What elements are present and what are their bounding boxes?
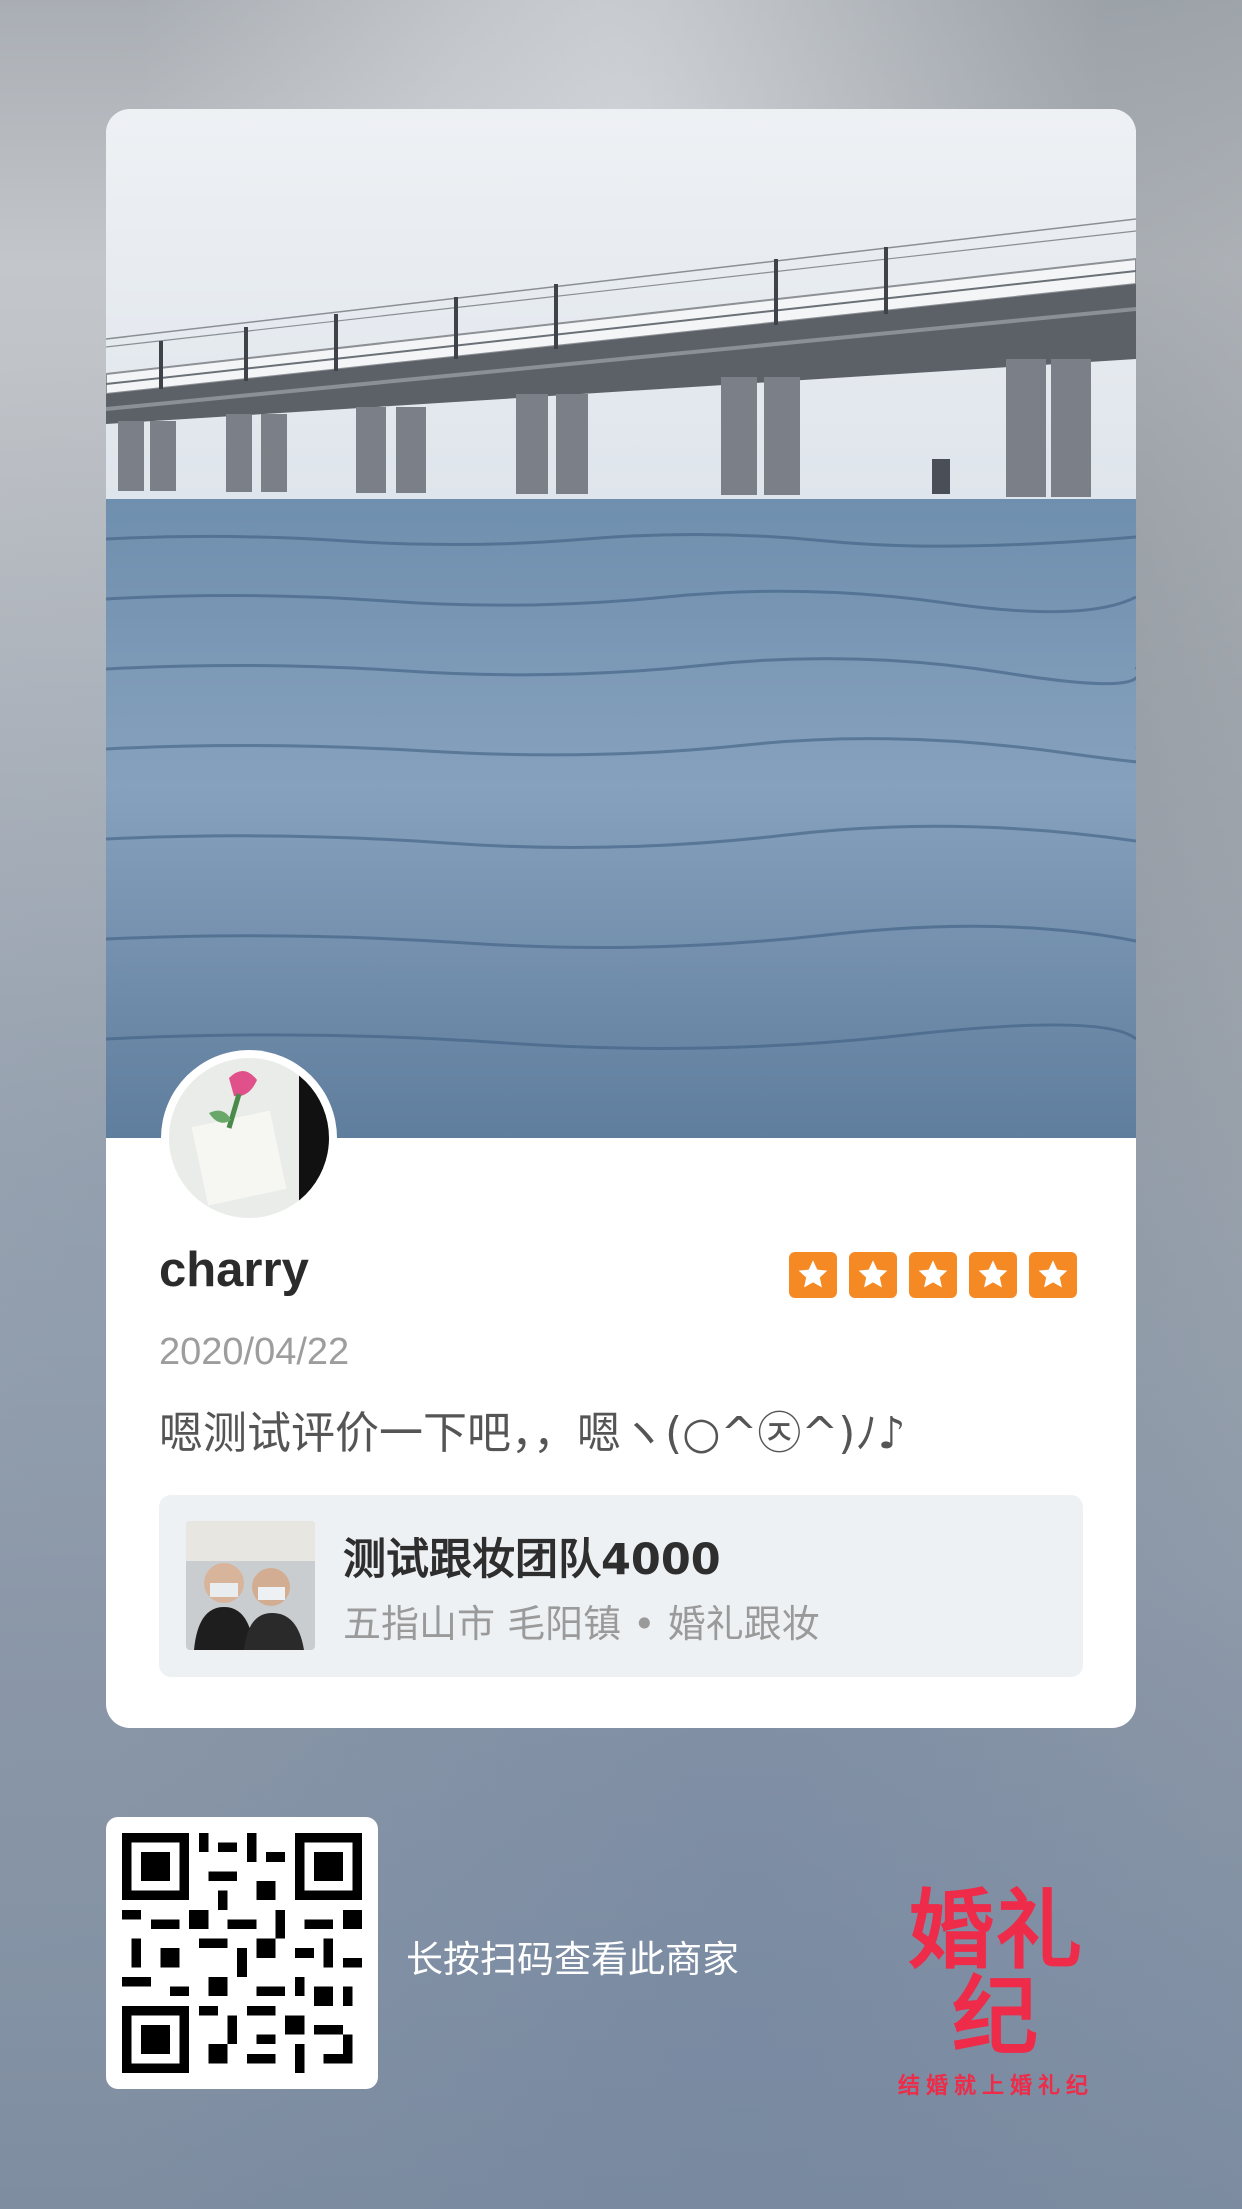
qr-code[interactable] xyxy=(106,1817,378,2089)
merchant-card[interactable]: 测试跟妆团队4000 五指山市 毛阳镇 • 婚礼跟妆 xyxy=(159,1495,1083,1677)
username: charry xyxy=(159,1243,309,1297)
star-icon xyxy=(849,1252,897,1298)
rating-stars xyxy=(789,1252,1077,1298)
star-icon xyxy=(1029,1252,1077,1298)
scan-hint: 长按扫码查看此商家 xyxy=(406,1938,739,1981)
user-avatar[interactable] xyxy=(161,1050,337,1226)
review-text: 嗯测试评价一下吧，，嗯ヽ(○^㉨^)ﾉ♪ xyxy=(159,1408,906,1459)
qr-code-pattern xyxy=(122,1833,362,2073)
star-icon xyxy=(909,1252,957,1298)
star-icon xyxy=(969,1252,1017,1298)
brand-logo-text: 婚礼纪 xyxy=(908,1881,1084,2067)
bridge-sea-photo xyxy=(106,109,1136,1138)
merchant-thumbnail xyxy=(186,1521,315,1650)
review-card: charry 2020/04/22 嗯测试评价一下吧，，嗯ヽ(○^㉨^)ﾉ♪ 测… xyxy=(106,109,1136,1728)
star-icon xyxy=(789,1252,837,1298)
merchant-location-category: 五指山市 毛阳镇 • 婚礼跟妆 xyxy=(343,1602,820,1646)
brand-logo: 婚礼纪 结婚就上婚礼纪 xyxy=(876,1888,1116,2100)
brand-slogan: 结婚就上婚礼纪 xyxy=(897,2074,1094,2099)
avatar-image xyxy=(169,1058,329,1218)
merchant-name: 测试跟妆团队4000 xyxy=(343,1535,721,1585)
review-photo[interactable] xyxy=(106,109,1136,1138)
review-date: 2020/04/22 xyxy=(159,1331,350,1373)
